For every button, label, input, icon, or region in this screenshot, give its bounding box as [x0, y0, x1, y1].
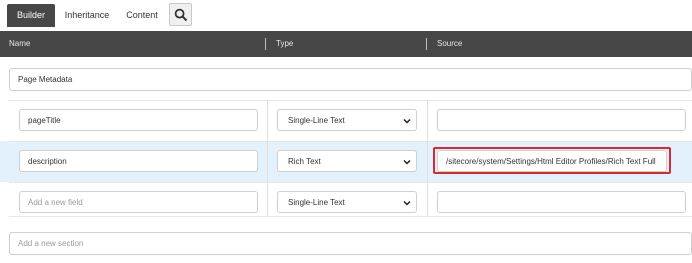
new-field-placeholder: Add a new field	[28, 198, 83, 207]
section-name-input[interactable]: Page Metadata	[9, 68, 692, 91]
section-name-value: Page Metadata	[18, 75, 73, 84]
field-name-value: description	[28, 157, 67, 166]
field-type-value: Rich Text	[288, 157, 321, 166]
new-section-placeholder: Add a new section	[18, 239, 84, 248]
column-divider	[427, 100, 428, 216]
field-name-input[interactable]: pageTitle	[19, 109, 258, 131]
search-icon	[174, 8, 188, 22]
row-divider	[9, 182, 692, 183]
new-field-type-select[interactable]: Single-Line Text	[277, 191, 417, 213]
column-type-header: Type	[276, 39, 294, 48]
column-separator	[426, 38, 427, 50]
row-divider	[9, 141, 692, 142]
field-type-value: Single-Line Text	[288, 116, 345, 125]
tab-bar: Builder Inheritance Content	[0, 0, 692, 31]
new-section-input[interactable]: Add a new section	[9, 232, 692, 255]
field-name-value: pageTitle	[28, 116, 61, 125]
column-header: Name Type Source	[0, 31, 692, 57]
column-name-header: Name	[9, 39, 31, 48]
tab-builder[interactable]: Builder	[7, 4, 55, 27]
row-divider	[9, 216, 692, 217]
new-field-source-input[interactable]	[437, 191, 686, 213]
tab-content[interactable]: Content	[118, 4, 166, 27]
field-name-input[interactable]: description	[19, 150, 258, 172]
new-field-name-input[interactable]: Add a new field	[19, 191, 258, 213]
chevron-down-icon	[403, 159, 411, 165]
tab-inheritance[interactable]: Inheritance	[58, 4, 116, 27]
column-divider	[267, 100, 268, 216]
search-button[interactable]	[169, 3, 192, 26]
chevron-down-icon	[403, 118, 411, 124]
field-source-input[interactable]	[437, 109, 686, 131]
column-separator	[265, 38, 266, 50]
new-field-type-value: Single-Line Text	[288, 198, 345, 207]
field-type-select[interactable]: Single-Line Text	[277, 109, 417, 131]
column-source-header: Source	[437, 39, 463, 48]
highlight-callout	[433, 147, 671, 174]
field-type-select[interactable]: Rich Text	[277, 150, 417, 172]
chevron-down-icon	[403, 200, 411, 206]
